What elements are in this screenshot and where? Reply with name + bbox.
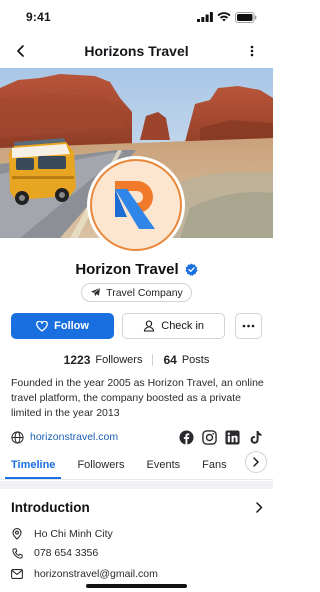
- linkedin-icon: [224, 429, 240, 445]
- facebook-icon: [178, 429, 194, 445]
- tab-followers[interactable]: Followers: [77, 450, 124, 479]
- more-menu-button[interactable]: [243, 42, 261, 60]
- facebook-link[interactable]: [178, 429, 194, 445]
- battery-icon: [235, 11, 257, 23]
- intro-phone[interactable]: 078 654 3356: [11, 545, 263, 561]
- intro-email[interactable]: horizonstravel@gmail.com: [11, 566, 263, 582]
- intro-location-text: Ho Chi Minh City: [34, 528, 113, 540]
- section-divider: [0, 481, 273, 489]
- chevron-right-icon: [253, 457, 259, 467]
- links-row: horizonstravel.com: [11, 428, 263, 446]
- status-time: 9:41: [26, 10, 51, 24]
- profile-name: Horizon Travel: [75, 260, 179, 278]
- status-icons: [197, 11, 257, 23]
- avatar[interactable]: [87, 156, 185, 254]
- phone-icon: [11, 547, 23, 559]
- stat-divider: [152, 354, 154, 366]
- follow-label: Follow: [54, 320, 89, 332]
- back-button[interactable]: [12, 42, 30, 60]
- instagram-link[interactable]: [201, 429, 217, 445]
- airplane-icon: [91, 287, 101, 297]
- location-pin-icon: [11, 528, 23, 540]
- tabs-scroll-next-button[interactable]: [245, 451, 267, 473]
- checkin-button[interactable]: Check in: [122, 313, 226, 339]
- intro-location: Ho Chi Minh City: [11, 526, 263, 542]
- heart-icon: [36, 320, 48, 332]
- tab-events[interactable]: Events: [147, 450, 181, 479]
- van-illustration: [9, 138, 76, 205]
- checkin-icon: [144, 320, 155, 332]
- website-link[interactable]: horizonstravel.com: [11, 430, 119, 444]
- intro-phone-text: 078 654 3356: [34, 547, 99, 559]
- tiktok-link[interactable]: [247, 429, 263, 445]
- profile-bio: Founded in the year 2005 as Horizon Trav…: [11, 377, 264, 419]
- followers-count: 1223: [63, 353, 91, 367]
- introduction-title: Introduction: [11, 499, 90, 515]
- vertical-dots-icon: [250, 45, 254, 57]
- globe-icon: [11, 430, 24, 444]
- action-buttons: Follow Check in: [11, 313, 262, 339]
- tiktok-icon: [250, 430, 261, 444]
- tab-fans[interactable]: Fans: [202, 450, 226, 479]
- page-title: Horizons Travel: [84, 43, 189, 59]
- posts-count: 64: [163, 353, 177, 367]
- checkin-label: Check in: [161, 320, 205, 332]
- follow-button[interactable]: Follow: [11, 313, 115, 339]
- category-label: Travel Company: [106, 286, 183, 299]
- chevron-right-icon: [256, 501, 263, 513]
- home-indicator: [86, 584, 187, 588]
- posts-stat-label[interactable]: Posts: [182, 354, 210, 366]
- more-actions-button[interactable]: [235, 313, 262, 339]
- linkedin-link[interactable]: [224, 429, 240, 445]
- status-bar: 9:41: [0, 0, 273, 34]
- profile-stats: 1223 Followers 64 Posts: [0, 351, 273, 369]
- introduction-header[interactable]: Introduction: [11, 496, 263, 518]
- website-url: horizonstravel.com: [30, 431, 119, 443]
- category-row: Travel Company: [0, 283, 273, 303]
- tab-timeline[interactable]: Timeline: [4, 450, 62, 479]
- back-arrow-icon: [17, 45, 24, 57]
- wifi-icon: [217, 12, 231, 22]
- category-chip[interactable]: Travel Company: [81, 283, 192, 302]
- nav-bar: Horizons Travel: [0, 34, 273, 68]
- horizontal-dots-icon: [242, 324, 255, 328]
- signal-icon: [197, 12, 213, 22]
- brand-logo-icon: [115, 181, 155, 229]
- followers-stat-label[interactable]: Followers: [95, 354, 142, 366]
- intro-email-text: horizonstravel@gmail.com: [34, 568, 158, 580]
- social-links: [178, 429, 263, 445]
- avatar-ring: [90, 159, 182, 251]
- profile-name-row: Horizon Travel: [0, 258, 273, 280]
- verified-badge-icon: [185, 262, 198, 276]
- mail-icon: [11, 568, 23, 580]
- instagram-icon: [201, 429, 217, 445]
